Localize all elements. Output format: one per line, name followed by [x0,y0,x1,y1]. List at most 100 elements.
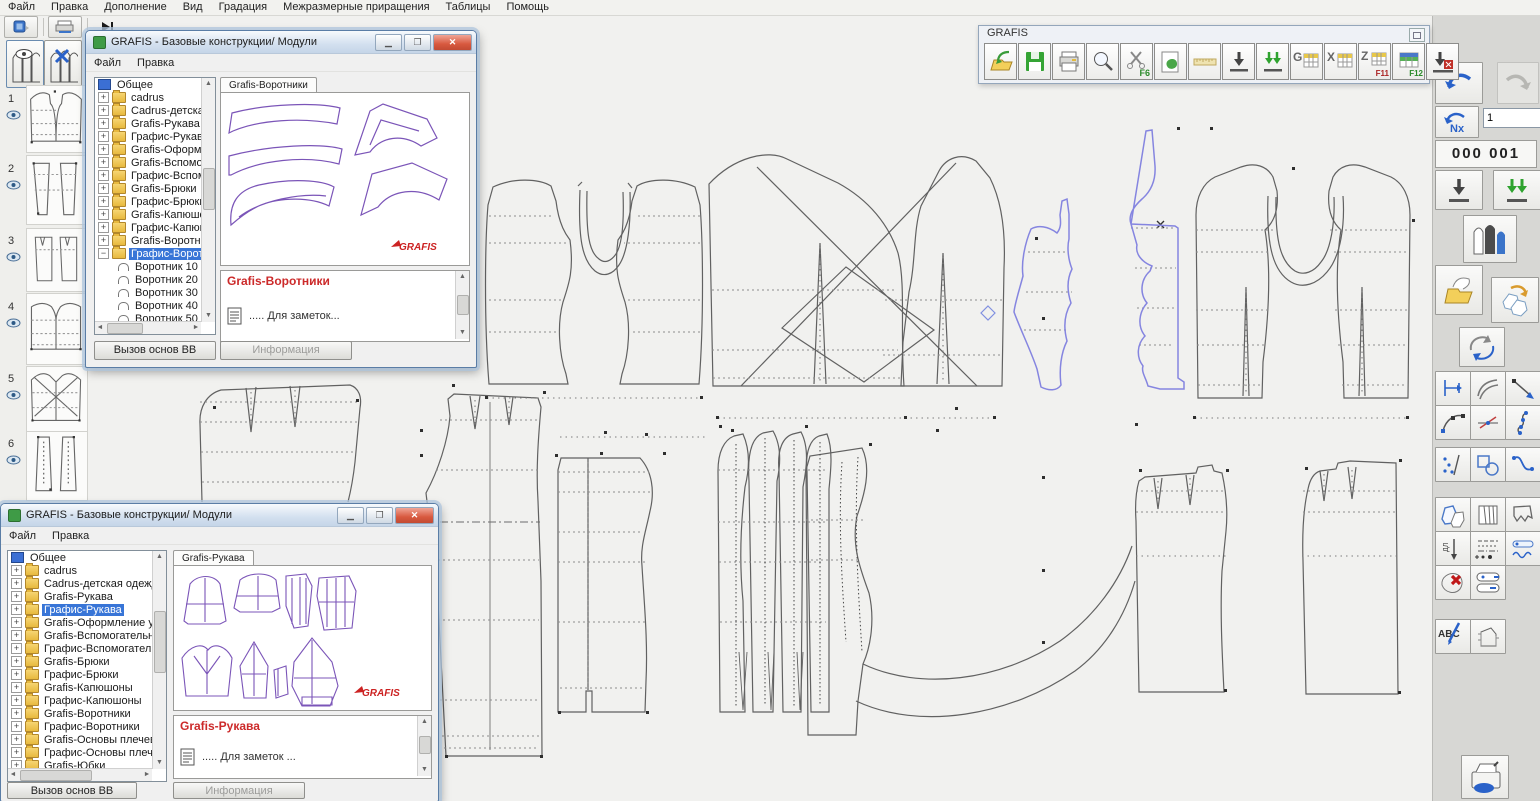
part-thumbnail[interactable] [26,431,88,501]
info-vscrollbar[interactable]: ▲▼ [455,271,469,339]
menu-item[interactable]: Помощь [498,0,557,15]
step-down-button[interactable] [1435,170,1483,210]
expander-icon[interactable] [11,591,22,602]
s-curve-tool[interactable] [1505,447,1540,482]
eye-icon[interactable] [6,252,21,262]
open-piece-button[interactable] [1435,265,1483,315]
expander-icon[interactable] [98,131,109,142]
cut-f6-button[interactable]: F6 [1120,43,1153,80]
eye-icon[interactable] [6,455,21,465]
tree-vscrollbar[interactable]: ▲▼ [152,551,166,769]
expander-icon[interactable] [11,708,22,719]
z-table-f11-button[interactable]: ZF11 [1358,43,1391,80]
insert-piece-button[interactable] [1154,43,1187,80]
curve-points-tool[interactable] [1435,405,1471,440]
label-direction-tool[interactable]: ДЛ [1435,531,1471,566]
open-construction-button[interactable] [984,43,1017,80]
module-tree[interactable]: Общее cadrus Cadrus-детская одежда Grafi… [94,77,216,335]
print-button[interactable] [1052,43,1085,80]
expander-icon[interactable] [98,235,109,246]
info-vscrollbar[interactable]: ▲▼ [417,716,431,776]
step-down-button[interactable] [1222,43,1255,80]
menu-item[interactable]: Таблицы [438,0,499,15]
information-button[interactable]: Информация [220,341,352,360]
expander-icon[interactable] [11,617,22,628]
zoom-button[interactable] [1086,43,1119,80]
pleat-piece-tool[interactable] [1470,497,1506,532]
maximize-button[interactable]: ❐ [366,507,393,524]
seam-allowance-tool[interactable] [1505,531,1540,566]
nx-count-input[interactable] [1483,108,1540,128]
dialog-menu-item[interactable]: Правка [44,530,97,542]
expander-icon[interactable] [98,196,109,207]
tree-hscrollbar[interactable]: ◄► [8,768,152,781]
dialog-menu-item[interactable]: Файл [1,530,44,542]
close-button[interactable]: ✕ [395,507,434,524]
measure-distance-tool[interactable] [1435,371,1471,406]
expander-icon[interactable] [11,734,22,745]
piece-manager-button[interactable] [1463,215,1517,263]
geometry-shapes-tool[interactable] [1470,447,1506,482]
tree-hscrollbar[interactable]: ◄► [95,321,201,334]
part-thumbnail[interactable] [26,85,88,153]
menu-item[interactable]: Межразмерные приращения [275,0,437,15]
zigzag-piece-tool[interactable] [1505,497,1540,532]
intersection-tool[interactable] [1470,405,1506,440]
pattern-pieces-selected-blue[interactable] [981,130,1184,390]
expander-icon[interactable] [11,721,22,732]
part-thumbnail[interactable] [26,366,88,432]
expander-icon[interactable] [11,682,22,693]
menu-item[interactable]: Правка [43,0,96,15]
menu-item[interactable]: Дополнение [96,0,174,15]
run-all-button[interactable] [1256,43,1289,80]
part-thumbnail[interactable] [26,155,88,225]
hide-parts-button[interactable] [44,40,82,88]
menu-item[interactable]: Градация [211,0,276,15]
expander-icon[interactable] [98,144,109,155]
information-button[interactable]: Информация [173,782,305,799]
dialog-menu-item[interactable]: Правка [129,57,182,69]
expander-icon[interactable] [98,92,109,103]
expander-icon[interactable] [98,105,109,116]
dialog-titlebar[interactable]: GRAFIS - Базовые конструкции/ Модули ▁ ❐… [86,31,476,54]
expander-icon[interactable] [98,222,109,233]
module-tab[interactable]: Grafis-Рукава [173,550,254,566]
maximize-button[interactable]: ❐ [404,34,431,51]
line-styles-tool[interactable] [1470,531,1506,566]
expander-icon[interactable] [11,565,22,576]
expander-icon[interactable] [98,248,109,259]
points-on-line-tool[interactable] [1435,447,1471,482]
tree-child-item[interactable]: Воротник 10 [95,260,215,273]
tree-vscrollbar[interactable]: ▲▼ [201,78,215,322]
expander-icon[interactable] [11,604,22,615]
call-basics-button[interactable]: Вызов основ ВВ [94,341,216,360]
redo-button[interactable] [1497,62,1539,104]
measure-ruler-button[interactable] [1188,43,1221,80]
expander-icon[interactable] [11,643,22,654]
undo-nx-button[interactable]: Nx [1435,106,1479,138]
module-tree[interactable]: Общее cadrus Cadrus-детская одежда Grafi… [7,550,167,782]
save-button[interactable] [1018,43,1051,80]
expander-icon[interactable] [11,669,22,680]
run-all-button[interactable] [1493,170,1540,210]
expander-icon[interactable] [98,157,109,168]
f12-table-button[interactable]: F12 [1392,43,1425,80]
dialog-titlebar[interactable]: GRAFIS - Базовые конструкции/ Модули ▁ ❐… [1,504,438,527]
tree-child-item[interactable]: Воротник 40 [95,299,215,312]
spline-points-tool[interactable] [1505,405,1540,440]
copy-piece-tool[interactable] [1435,497,1471,532]
g-table-button[interactable]: G [1290,43,1323,80]
dimension-piece-tool[interactable] [1470,619,1506,654]
eye-icon[interactable] [6,110,21,120]
menu-item[interactable]: Файл [0,0,43,15]
expander-icon[interactable] [11,630,22,641]
eye-icon[interactable] [6,180,21,190]
expander-icon[interactable] [11,695,22,706]
expander-icon[interactable] [98,118,109,129]
menu-item[interactable]: Вид [175,0,211,15]
expander-icon[interactable] [11,656,22,667]
refresh-pieces-button[interactable] [1459,327,1505,367]
tree-item[interactable]: Графис-Воротники [95,247,215,260]
expander-icon[interactable] [98,183,109,194]
expander-icon[interactable] [11,578,22,589]
